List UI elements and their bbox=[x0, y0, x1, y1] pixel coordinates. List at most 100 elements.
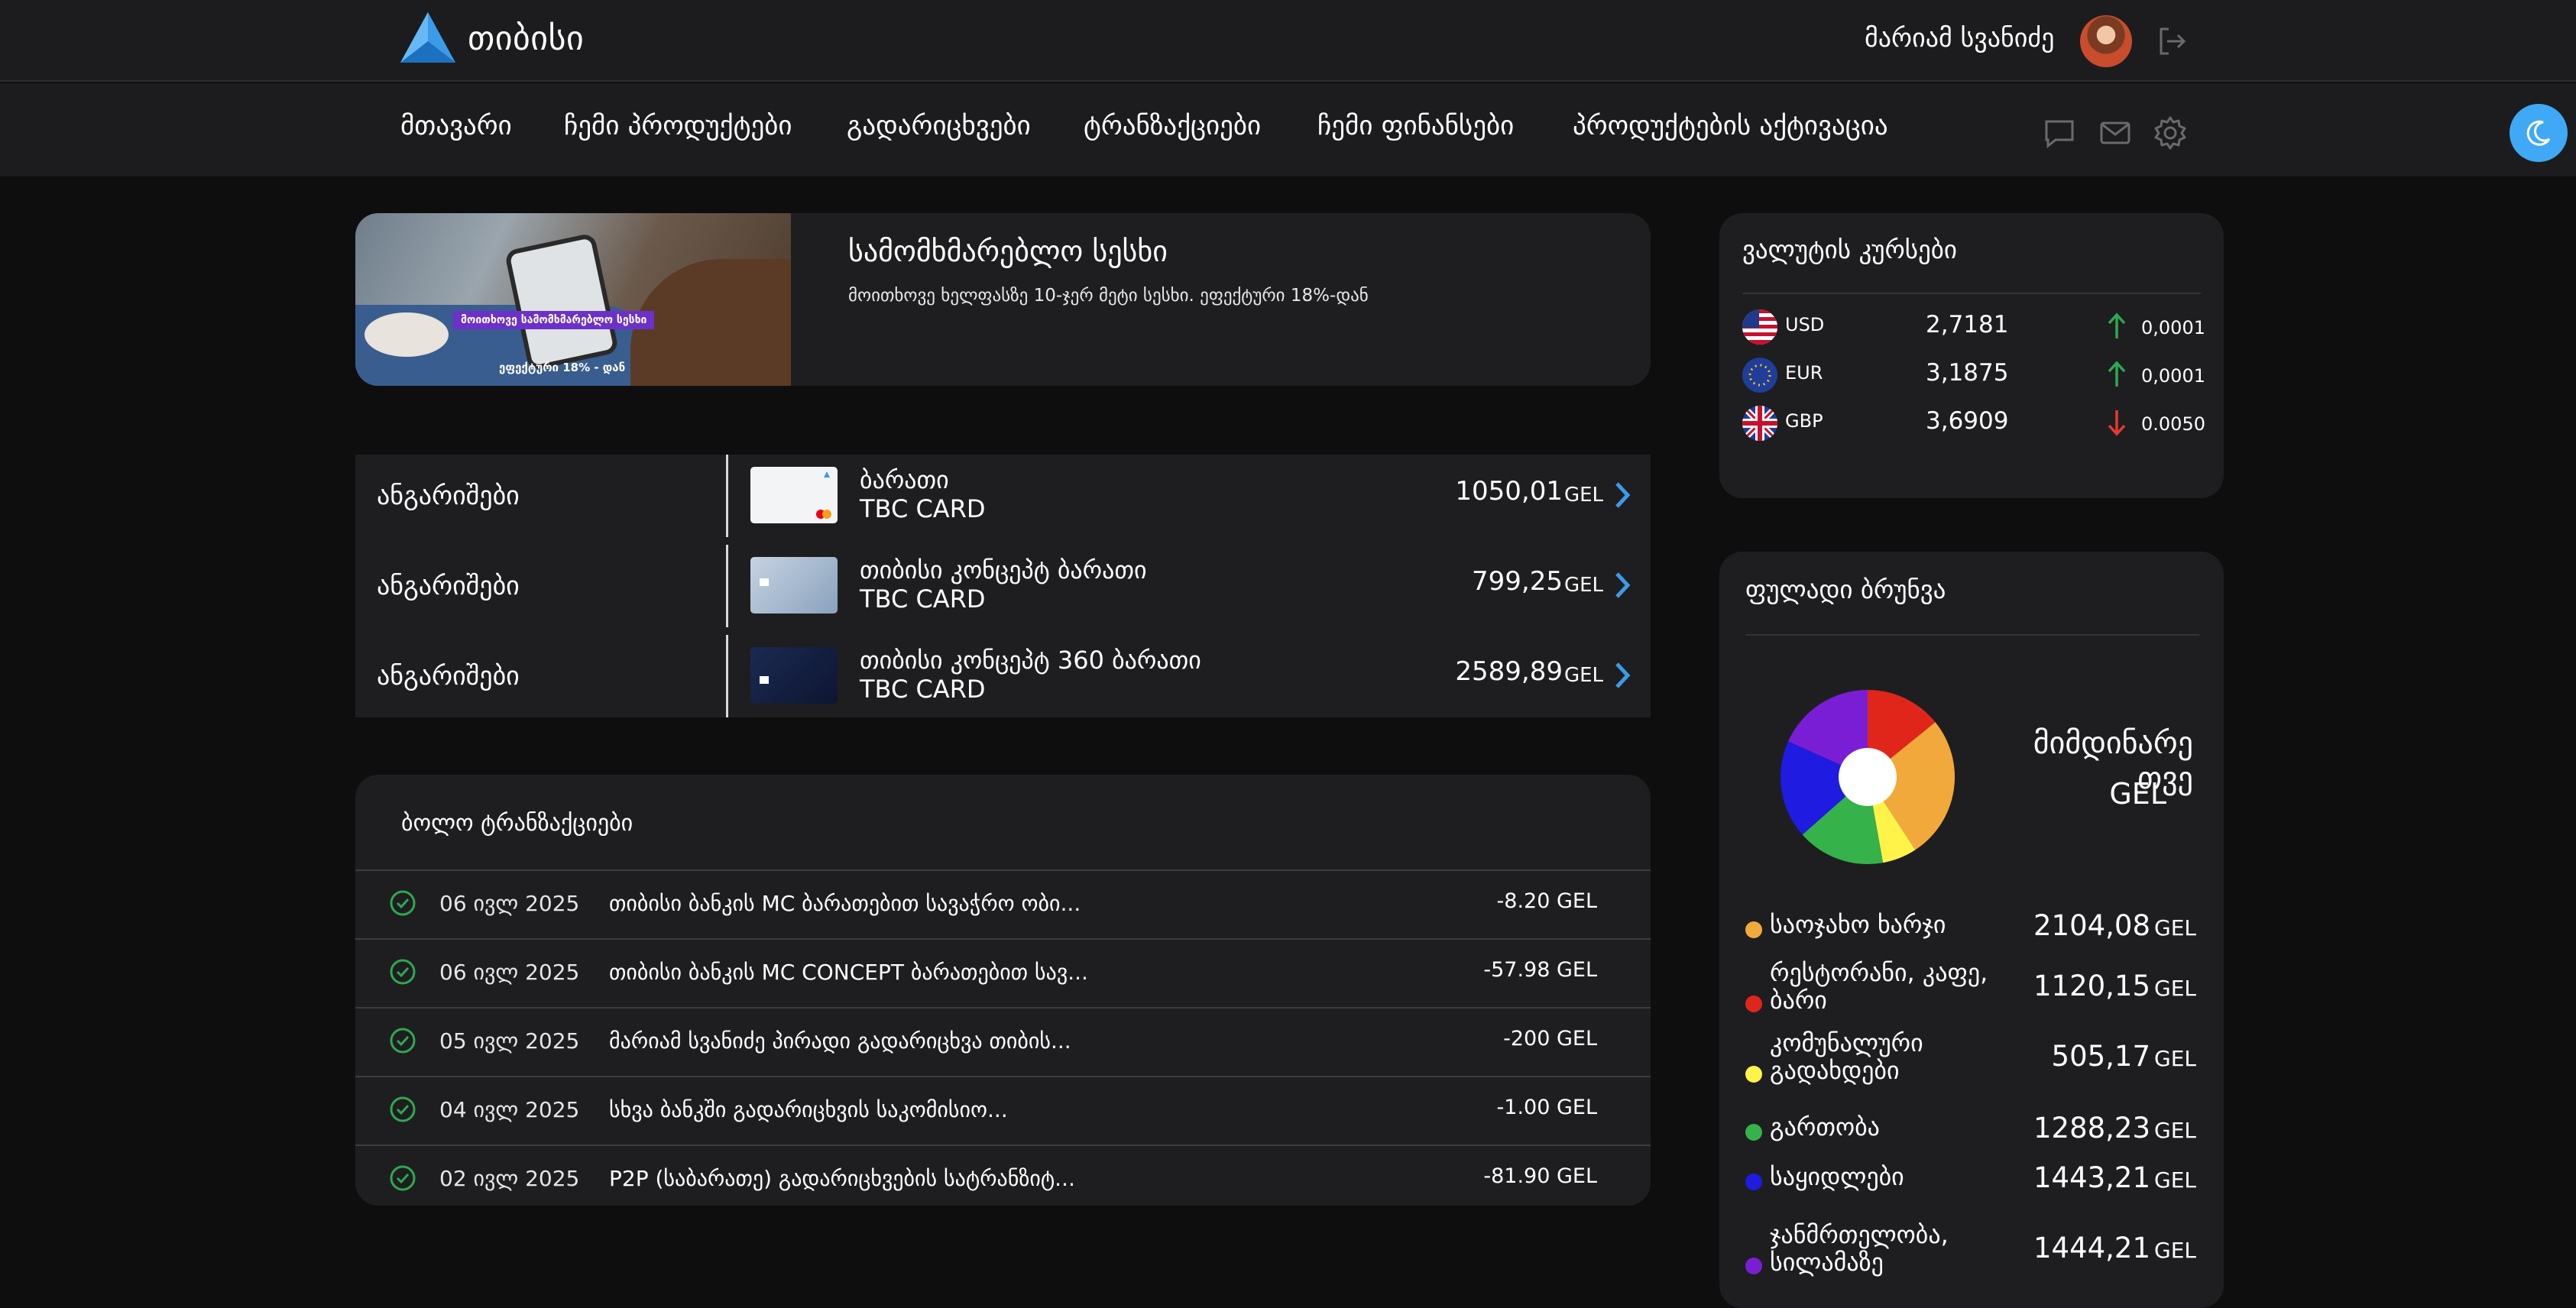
nav-item-my-finances[interactable]: ჩემი ფინანსები bbox=[1317, 111, 1514, 141]
chat-icon[interactable] bbox=[2040, 114, 2079, 152]
category-currency: GEL bbox=[2154, 1167, 2196, 1193]
cashflow-item[interactable]: გართობა 1288,23 GEL bbox=[1745, 1112, 2199, 1144]
recent-transactions: ბოლო ტრანზაქციები 06 ივლ 2025 თიბისი ბანკ… bbox=[355, 775, 1651, 1206]
transaction-description: სხვა ბანკში გადარიცხვის საკომისიო... bbox=[609, 1097, 1008, 1122]
nav-item-transfers[interactable]: გადარიცხვები bbox=[847, 111, 1031, 141]
account-row[interactable]: ანგარიშები თიბისი კონცეპტ 360 ბარათი TBC… bbox=[355, 635, 1651, 717]
card-thumbnail bbox=[750, 647, 838, 704]
transaction-row[interactable]: 06 ივლ 2025 თიბისი ბანკის MC CONCEPT ბარა… bbox=[355, 938, 1651, 1007]
nav-item-main[interactable]: მთავარი bbox=[400, 111, 512, 141]
cash-flow: ფულადი ბრუნვა მიმდინარე თვე GEL საოჯახო … bbox=[1719, 552, 2224, 1308]
transaction-row[interactable]: 02 ივლ 2025 P2P (საბარათე) გადარიცხვების … bbox=[355, 1144, 1651, 1213]
transaction-date: 04 ივლ 2025 bbox=[439, 1097, 580, 1122]
transaction-description: P2P (საბარათე) გადარიცხვების სატრანზიტ..… bbox=[609, 1166, 1075, 1191]
fx-change: 0,0001 bbox=[2141, 365, 2205, 387]
chevron-right-icon[interactable] bbox=[1612, 481, 1632, 510]
fx-title: ვალუტის კურსები bbox=[1742, 235, 1957, 264]
fx-rate: 3,6909 bbox=[1926, 407, 2009, 435]
category-currency: GEL bbox=[2154, 915, 2196, 941]
category-currency: GEL bbox=[2154, 1118, 2196, 1143]
divider bbox=[1745, 634, 2199, 636]
promo-banner[interactable]: მოითხოვე სამომხმარებლო სესხი ეფექტური 18… bbox=[355, 213, 1651, 386]
cashflow-item[interactable]: რესტორანი, კაფე, ბარი 1120,15 GEL bbox=[1745, 959, 2199, 1014]
cashflow-item[interactable]: კომუნალური გადახდები 505,17 GEL bbox=[1745, 1029, 2199, 1084]
transaction-date: 02 ივლ 2025 bbox=[439, 1166, 580, 1191]
divider bbox=[726, 455, 728, 537]
transaction-description: მარიამ სვანიძე პირადი გადარიცხვა თიბის..… bbox=[609, 1028, 1071, 1054]
main-nav: მთავარი ჩემი პროდუქტები გადარიცხვები ტრა… bbox=[0, 83, 2576, 176]
card-thumbnail bbox=[750, 467, 838, 523]
category-amount: 1288,23 bbox=[2033, 1112, 2150, 1144]
transaction-amount: -8.20 GEL bbox=[1496, 889, 1597, 913]
check-circle-icon bbox=[390, 1028, 416, 1054]
theme-toggle-button[interactable] bbox=[2510, 104, 2568, 162]
account-label: ანგარიშები bbox=[377, 661, 520, 691]
category-label: კომუნალური გადახდები bbox=[1770, 1028, 1923, 1085]
account-label: ანგარიშები bbox=[377, 481, 520, 511]
chevron-right-icon[interactable] bbox=[1612, 661, 1632, 690]
fx-code: USD bbox=[1785, 314, 1825, 335]
account-currency: GEL bbox=[1563, 484, 1603, 507]
cashflow-item[interactable]: ჯანმრთელობა, სილამაზე 1444,21 GEL bbox=[1745, 1221, 2199, 1276]
nav-item-my-products[interactable]: ჩემი პროდუქტები bbox=[564, 111, 792, 141]
transaction-row[interactable]: 05 ივლ 2025 მარიამ სვანიძე პირადი გადარიც… bbox=[355, 1007, 1651, 1076]
fx-code: EUR bbox=[1785, 362, 1823, 384]
category-currency: GEL bbox=[2154, 1046, 2196, 1071]
chevron-right-icon[interactable] bbox=[1612, 571, 1632, 600]
check-circle-icon bbox=[390, 959, 416, 985]
transaction-description: თიბისი ბანკის MC CONCEPT ბარათებით სავ..… bbox=[609, 960, 1088, 985]
mail-icon[interactable] bbox=[2096, 114, 2134, 152]
category-amount: 2104,08 bbox=[2033, 909, 2150, 942]
logout-icon[interactable] bbox=[2153, 23, 2190, 60]
fx-rate: 2,7181 bbox=[1926, 311, 2009, 338]
card-name: თიბისი კონცეპტ ბარათი bbox=[860, 555, 1147, 584]
avatar[interactable] bbox=[2080, 15, 2132, 67]
divider bbox=[1742, 293, 2201, 294]
transaction-description: თიბისი ბანკის MC ბარათებით სავაჭრო ობი..… bbox=[609, 891, 1081, 916]
fx-rate: 3,1875 bbox=[1926, 359, 2009, 387]
card-thumbnail bbox=[750, 557, 838, 614]
account-currency: GEL bbox=[1563, 574, 1603, 597]
tbc-logo-icon bbox=[400, 12, 455, 63]
fx-change: 0.0050 bbox=[2141, 413, 2205, 435]
eu-flag-icon bbox=[1742, 358, 1777, 393]
transaction-amount: -1.00 GEL bbox=[1496, 1096, 1597, 1119]
cashflow-pie-chart[interactable] bbox=[1777, 687, 1958, 867]
nav-item-product-activation[interactable]: პროდუქტების აქტივაცია bbox=[1573, 111, 1888, 141]
category-amount: 1120,15 bbox=[2033, 970, 2150, 1002]
cashflow-item[interactable]: საოჯახო ხარჯი 2104,08 GEL bbox=[1745, 909, 2199, 942]
cashflow-item[interactable]: საყიდლები 1443,21 GEL bbox=[1745, 1161, 2199, 1194]
account-balance: 799,25 bbox=[1472, 566, 1563, 597]
account-label: ანგარიშები bbox=[377, 571, 520, 601]
account-row[interactable]: ანგარიშები ბარათი TBC CARD 1050,01 GEL bbox=[355, 455, 1651, 537]
account-balance: 2589,89 bbox=[1455, 656, 1563, 687]
category-currency: GEL bbox=[2154, 1238, 2196, 1263]
transaction-row[interactable]: 06 ივლ 2025 თიბისი ბანკის MC ბარათებით სა… bbox=[355, 869, 1651, 938]
pie-center-hole bbox=[1839, 748, 1897, 806]
accounts-list: ანგარიშები ბარათი TBC CARD 1050,01 GEL ა… bbox=[355, 455, 1651, 717]
account-row[interactable]: ანგარიშები თიბისი კონცეპტ ბარათი TBC CAR… bbox=[355, 545, 1651, 627]
user-name[interactable]: მარიამ სვანიძე bbox=[1865, 23, 2054, 53]
transaction-amount: -57.98 GEL bbox=[1483, 958, 1597, 982]
fx-row-gbp: GBP 3,6909 0.0050 bbox=[1742, 401, 2205, 444]
fx-row-usd: USD 2,7181 0,0001 bbox=[1742, 305, 2205, 348]
check-circle-icon bbox=[390, 1165, 416, 1191]
account-currency: GEL bbox=[1563, 664, 1603, 687]
arrow-up-icon bbox=[2108, 361, 2126, 387]
category-label: საოჯახო ხარჯი bbox=[1770, 910, 1946, 939]
check-circle-icon bbox=[390, 1096, 416, 1122]
transaction-row[interactable]: 04 ივლ 2025 სხვა ბანკში გადარიცხვის საკომ… bbox=[355, 1076, 1651, 1144]
cashflow-title: ფულადი ბრუნვა bbox=[1745, 575, 1946, 604]
brand-logo[interactable]: თიბისი bbox=[399, 9, 584, 67]
category-label: გართობა bbox=[1770, 1112, 1880, 1141]
card-type: TBC CARD bbox=[860, 584, 986, 614]
uk-flag-icon bbox=[1742, 406, 1777, 441]
currency-rates: ვალუტის კურსები USD 2,7181 0,0001 EUR 3,… bbox=[1719, 213, 2224, 498]
transactions-title[interactable]: ბოლო ტრანზაქციები bbox=[401, 810, 633, 837]
transaction-date: 06 ივლ 2025 bbox=[439, 960, 580, 985]
cashflow-currency: GEL bbox=[2109, 777, 2166, 811]
fx-change: 0,0001 bbox=[2141, 317, 2205, 338]
gear-icon[interactable] bbox=[2151, 114, 2189, 152]
transaction-amount: -81.90 GEL bbox=[1483, 1164, 1597, 1188]
nav-item-transactions[interactable]: ტრანზაქციები bbox=[1084, 111, 1261, 141]
